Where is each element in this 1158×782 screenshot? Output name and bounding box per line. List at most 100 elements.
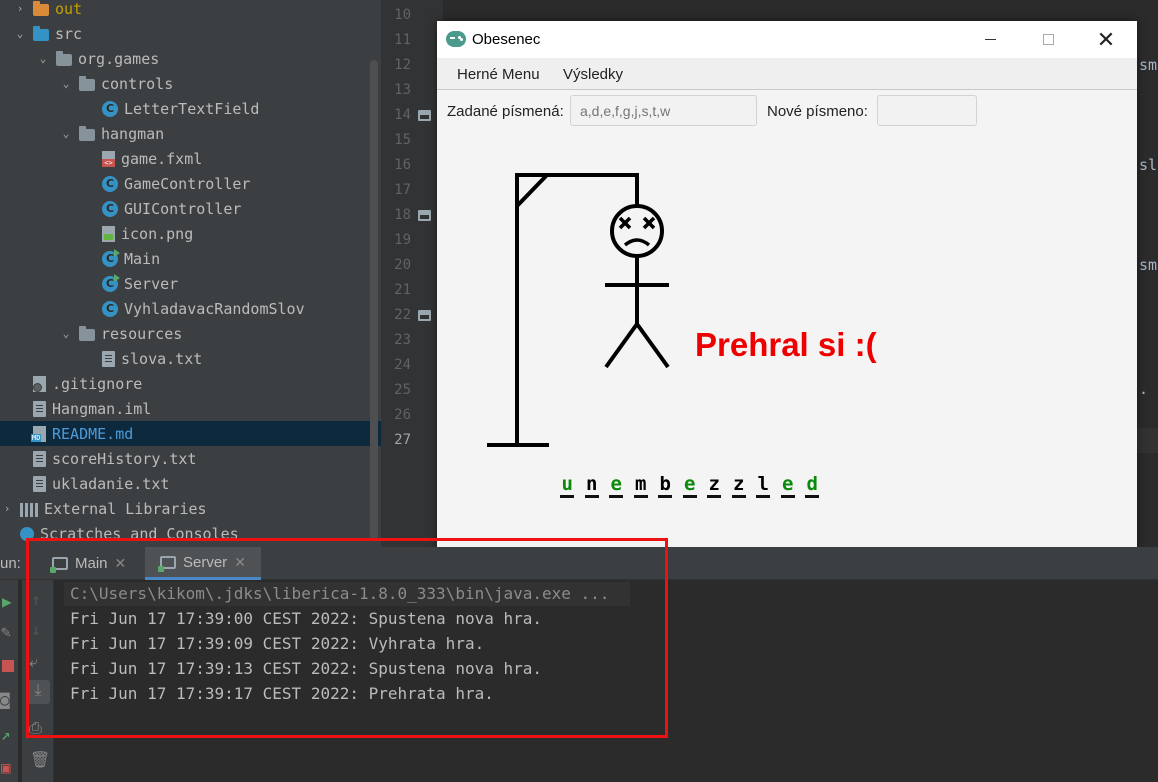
maximize-button[interactable] [1019,21,1077,58]
rerun-icon[interactable]: ▶ [2,592,12,611]
entered-letters-field [570,95,757,126]
tree-item[interactable]: ›game.fxml [0,146,381,171]
exit-icon[interactable]: ▣ [1,758,11,777]
tree-item[interactable]: ›CServer [0,271,381,296]
tree-item[interactable]: ⌄ org.games [0,46,381,71]
source-folder-icon [33,25,49,41]
minimize-button[interactable] [961,21,1019,58]
letter: z [707,474,722,498]
project-scrollbar[interactable] [370,60,378,540]
tree-item-label: ukladanie.txt [52,474,170,493]
tree-item-label: External Libraries [44,499,207,518]
wrench-icon[interactable]: ✎ [1,622,11,641]
tree-item-label: GUIController [124,199,242,218]
chevron-right-icon[interactable]: › [0,502,14,515]
dead-face-icon [618,216,656,247]
letter: e [682,474,697,498]
chevron-down-icon[interactable]: ⌄ [36,52,50,65]
maximize-icon [1042,34,1054,45]
menu-game[interactable]: Herné Menu [457,66,540,83]
letter-slot: z [702,474,727,500]
image-icon[interactable] [418,110,431,121]
tree-item[interactable]: ⌄ hangman [0,121,381,146]
camera-icon[interactable]: ◙ [0,690,10,709]
letter: d [805,474,820,498]
tree-item-label: slova.txt [121,349,203,368]
tree-item[interactable]: ⌄ resources [0,321,381,346]
line-number: 17 [394,182,411,198]
line-number: 20 [394,257,411,273]
stop-icon[interactable] [2,660,14,672]
letter: e [609,474,624,498]
menu-bar: Herné Menu Výsledky [437,58,1137,90]
restore-icon[interactable]: ↗ [1,725,11,744]
letter-slot: n [580,474,605,500]
code-fragment: sm [1139,256,1158,274]
letter-slot: e [604,474,629,500]
line-number: 18 [394,207,411,223]
text-file-icon [102,350,115,367]
line-number: 14 [394,107,411,123]
tree-item[interactable]: ›CVyhladavacRandomSlov [0,296,381,321]
trash-icon[interactable]: 🗑 [30,750,50,769]
tree-item[interactable]: ›README.md [0,421,381,446]
chevron-down-icon[interactable]: ⌄ [59,327,73,340]
hangman-app-window: Obesenec ✕ Herné Menu Výsledky Zadané pí… [437,21,1137,558]
tree-item[interactable]: ⌄ src [0,21,381,46]
tree-item[interactable]: ›icon.png [0,221,381,246]
run-label: un: [0,555,21,572]
tree-item[interactable]: › External Libraries [0,496,381,521]
letter-slot: e [776,474,801,500]
chevron-down-icon[interactable]: ⌄ [59,77,73,90]
gamepad-icon [446,31,466,47]
tree-item[interactable]: ›ukladanie.txt [0,471,381,496]
java-class-icon: C [102,100,118,117]
tree-item-label: .gitignore [52,374,143,393]
tree-item[interactable]: ›CGameController [0,171,381,196]
tree-item[interactable]: ›slova.txt [0,346,381,371]
image-icon[interactable] [418,310,431,321]
letter-slot: m [629,474,654,500]
letter-slot: l [751,474,776,500]
tree-item[interactable]: ›.gitignore [0,371,381,396]
line-number: 12 [394,57,411,73]
markdown-file-icon [31,425,46,442]
line-number: 15 [394,132,411,148]
tree-item-label: icon.png [121,224,194,243]
chevron-down-icon[interactable]: ⌄ [59,127,73,140]
runnable-class-icon: C [102,273,120,292]
window-titlebar[interactable]: Obesenec ✕ [437,21,1137,58]
tree-item[interactable]: › out [0,0,381,21]
close-icon: ✕ [1096,27,1116,52]
folder-icon [79,75,95,91]
minimize-icon [984,39,996,40]
close-button[interactable]: ✕ [1077,21,1135,58]
tree-item-label: Hangman.iml [52,399,152,418]
menu-results[interactable]: Výsledky [563,66,623,83]
chevron-down-icon[interactable]: ⌄ [13,27,27,40]
tree-item[interactable]: ›CLetterTextField [0,96,381,121]
new-letter-label: Nové písmeno: [767,103,868,120]
highlight-box [26,538,668,738]
letter-slot: u [555,474,580,500]
tree-item[interactable]: ›scoreHistory.txt [0,446,381,471]
output-folder-icon [33,0,49,16]
line-number: 10 [394,7,411,23]
hangman-right-leg [635,322,670,369]
tree-item-label: hangman [101,124,165,143]
tree-item-label: README.md [52,424,134,443]
tree-item-label: scoreHistory.txt [52,449,197,468]
tree-item[interactable]: ⌄ controls [0,71,381,96]
tree-item[interactable]: ›Hangman.iml [0,396,381,421]
tree-item-label: controls [101,74,174,93]
java-class-icon: C [102,300,118,317]
tree-item[interactable]: ›CGUIController [0,196,381,221]
new-letter-input[interactable] [877,95,977,126]
code-fragment: sm [1139,56,1158,74]
chevron-right-icon[interactable]: › [13,2,27,15]
tree-item[interactable]: ›CMain [0,246,381,271]
image-icon[interactable] [418,210,431,221]
line-number: 22 [394,307,411,323]
line-number: 13 [394,82,411,98]
hangman-head [610,204,664,258]
